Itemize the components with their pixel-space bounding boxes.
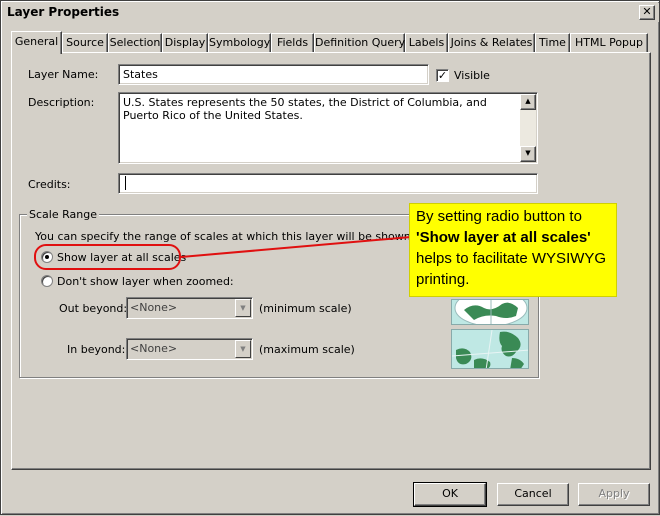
tab-display[interactable]: Display <box>162 33 208 52</box>
visible-label: Visible <box>454 69 490 82</box>
in-beyond-value: <None> <box>130 342 178 355</box>
layer-name-label: Layer Name: <box>28 68 99 81</box>
apply-button[interactable]: Apply <box>578 483 650 506</box>
callout-line-3: helps to facilitate WYSIWYG <box>416 250 607 267</box>
tab-source[interactable]: Source <box>62 33 108 52</box>
layer-properties-dialog: Layer Properties ✕ General Source Select… <box>0 0 660 515</box>
callout-line-4: printing. <box>416 271 470 288</box>
scroll-up-icon[interactable]: ▲ <box>520 94 536 110</box>
out-beyond-select: <None> ▼ <box>126 297 253 319</box>
annotation-callout: By setting radio button to 'Show layer a… <box>409 203 617 297</box>
globe-thumbnail <box>451 299 529 325</box>
tab-definition-query[interactable]: Definition Query <box>314 33 405 52</box>
scroll-down-icon[interactable]: ▼ <box>520 146 536 162</box>
out-beyond-value: <None> <box>130 301 178 314</box>
layer-name-input[interactable]: States <box>118 64 429 85</box>
text-caret <box>125 176 126 190</box>
dialog-title: Layer Properties <box>7 5 120 19</box>
scale-range-intro: You can specify the range of scales at w… <box>35 230 415 243</box>
dont-show-zoomed-radio[interactable] <box>41 275 53 287</box>
callout-line-2: 'Show layer at all scales' <box>416 229 591 246</box>
close-button[interactable]: ✕ <box>639 5 655 20</box>
tab-html-popup[interactable]: HTML Popup <box>570 33 648 52</box>
globe-icon <box>454 300 528 324</box>
tab-labels[interactable]: Labels <box>405 33 448 52</box>
credits-label: Credits: <box>28 178 71 191</box>
tab-joins-relates[interactable]: Joins & Relates <box>448 33 535 52</box>
in-beyond-hint: (maximum scale) <box>259 343 355 356</box>
description-label: Description: <box>28 96 95 109</box>
description-textarea[interactable]: U.S. States represents the 50 states, th… <box>118 92 538 164</box>
tab-general[interactable]: General <box>11 31 62 54</box>
cancel-button[interactable]: Cancel <box>497 483 569 506</box>
tab-symbology[interactable]: Symbology <box>208 33 271 52</box>
tab-time[interactable]: Time <box>535 33 570 52</box>
chevron-down-icon: ▼ <box>235 340 251 358</box>
out-beyond-label: Out beyond: <box>59 302 128 315</box>
map-thumbnail <box>451 329 529 369</box>
ok-button[interactable]: OK <box>413 482 487 507</box>
out-beyond-hint: (minimum scale) <box>259 302 352 315</box>
in-beyond-select: <None> ▼ <box>126 338 253 360</box>
highlight-ellipse <box>34 244 181 270</box>
map-icon <box>452 330 528 368</box>
credits-input[interactable] <box>118 173 538 194</box>
close-icon: ✕ <box>642 5 652 18</box>
tab-selection[interactable]: Selection <box>108 33 162 52</box>
title-bar[interactable]: Layer Properties ✕ <box>3 3 659 22</box>
check-icon: ✓ <box>437 69 448 82</box>
tab-fields[interactable]: Fields <box>271 33 314 52</box>
description-scrollbar[interactable]: ▲ ▼ <box>520 94 536 162</box>
callout-line-1: By setting radio button to <box>416 208 582 225</box>
visible-checkbox[interactable]: ✓ <box>436 69 449 82</box>
description-text: U.S. States represents the 50 states, th… <box>123 96 487 122</box>
tab-strip: General Source Selection Display Symbolo… <box>11 31 651 54</box>
chevron-down-icon: ▼ <box>235 299 251 317</box>
scale-range-title: Scale Range <box>27 208 99 221</box>
in-beyond-label: In beyond: <box>67 343 126 356</box>
dont-show-zoomed-label[interactable]: Don't show layer when zoomed: <box>57 275 234 288</box>
